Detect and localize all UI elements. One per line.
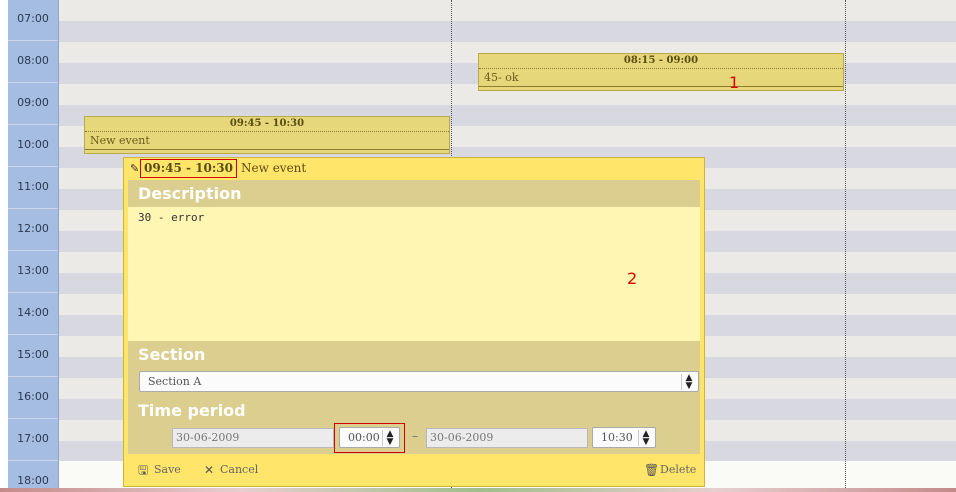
hour-separator <box>8 124 58 125</box>
time-column: 07:00 08:00 09:00 10:00 11:00 12:00 13:0… <box>8 0 59 492</box>
save-label: Save <box>154 463 181 476</box>
event-resize-handle[interactable] <box>85 149 449 153</box>
time-period-row: 30-06-2009 00:00 ▲ ▼ – 30-06-2009 10:30 ▲… <box>128 422 700 454</box>
save-icon: 🖫 <box>138 462 149 477</box>
end-time-select[interactable]: 10:30 ▲ ▼ <box>592 427 656 448</box>
section-label: Section <box>128 341 700 368</box>
spinner-icon: ▲ ▼ <box>382 430 397 447</box>
event-resize-handle[interactable] <box>479 86 843 90</box>
spinner-icon: ▲ ▼ <box>638 430 653 447</box>
hour-separator <box>8 460 58 461</box>
cancel-icon: ✕ <box>204 462 215 477</box>
hour-label: 16:00 <box>17 390 49 403</box>
section-select-value: Section A <box>148 375 202 388</box>
hour-label: 11:00 <box>17 180 49 193</box>
start-time-value: 00:00 <box>348 431 380 444</box>
hour-label: 07:00 <box>17 12 49 25</box>
delete-button[interactable]: 🗑 Delete <box>644 463 696 476</box>
hour-label: 08:00 <box>17 54 49 67</box>
cancel-button[interactable]: ✕ Cancel <box>204 463 258 476</box>
section-row: Section A ▲ ▼ <box>128 367 700 397</box>
delete-icon: 🗑 <box>644 462 660 477</box>
hour-label: 09:00 <box>17 96 49 109</box>
delete-label: Delete <box>660 463 697 476</box>
end-date-input[interactable]: 30-06-2009 <box>426 428 588 448</box>
event-time: 08:15 - 09:00 <box>479 54 843 69</box>
hour-separator <box>8 292 58 293</box>
event-card[interactable]: 09:45 - 10:30 New event <box>84 116 450 154</box>
hour-separator <box>8 82 58 83</box>
cancel-label: Cancel <box>220 463 259 476</box>
editor-footer: 🖫 Save ✕ Cancel 🗑 Delete <box>128 456 700 484</box>
editor-event-title: New event <box>241 161 307 175</box>
scheduler: 07:00 08:00 09:00 10:00 11:00 12:00 13:0… <box>0 0 956 492</box>
annotation-marker: 2 <box>627 269 638 288</box>
hour-label: 10:00 <box>17 138 49 151</box>
end-time-value: 10:30 <box>601 431 633 444</box>
background-strip <box>0 488 956 492</box>
hour-label: 17:00 <box>17 432 49 445</box>
annotation-marker: 1 <box>729 73 740 92</box>
hour-label: 12:00 <box>17 222 49 235</box>
hour-label: 18:00 <box>17 474 49 487</box>
hour-separator <box>8 334 58 335</box>
start-time-select[interactable]: 00:00 ▲ ▼ <box>339 427 400 448</box>
hour-label: 13:00 <box>17 264 49 277</box>
pencil-icon: ✎ <box>130 162 140 175</box>
spinner-icon: ▲ ▼ <box>681 374 696 391</box>
start-date-input[interactable]: 30-06-2009 <box>172 428 334 448</box>
description-label: Description <box>128 180 700 207</box>
column-divider <box>845 0 846 492</box>
event-editor: ✎ 09:45 - 10:30 New event Description 30 -… <box>123 157 705 487</box>
section-select[interactable]: Section A ▲ ▼ <box>139 371 699 392</box>
hour-separator <box>8 208 58 209</box>
time-period-label: Time period <box>128 397 700 424</box>
hour-label: 14:00 <box>17 306 49 319</box>
event-time: 09:45 - 10:30 <box>85 117 449 132</box>
description-input[interactable]: 30 - error <box>128 207 700 341</box>
event-text: 45- ok <box>484 71 519 84</box>
hour-separator <box>8 376 58 377</box>
hour-separator <box>8 418 58 419</box>
range-separator: – <box>412 429 418 443</box>
hour-separator <box>8 166 58 167</box>
event-card[interactable]: 08:15 - 09:00 45- ok <box>478 53 844 91</box>
hour-separator <box>8 40 58 41</box>
editor-time: 09:45 - 10:30 <box>140 159 237 178</box>
hour-label: 15:00 <box>17 348 49 361</box>
save-button[interactable]: 🖫 Save <box>138 463 181 476</box>
event-text: New event <box>90 134 150 147</box>
editor-header[interactable]: ✎ 09:45 - 10:30 New event <box>130 159 306 179</box>
hour-separator <box>8 250 58 251</box>
grid-half-row <box>59 21 956 42</box>
